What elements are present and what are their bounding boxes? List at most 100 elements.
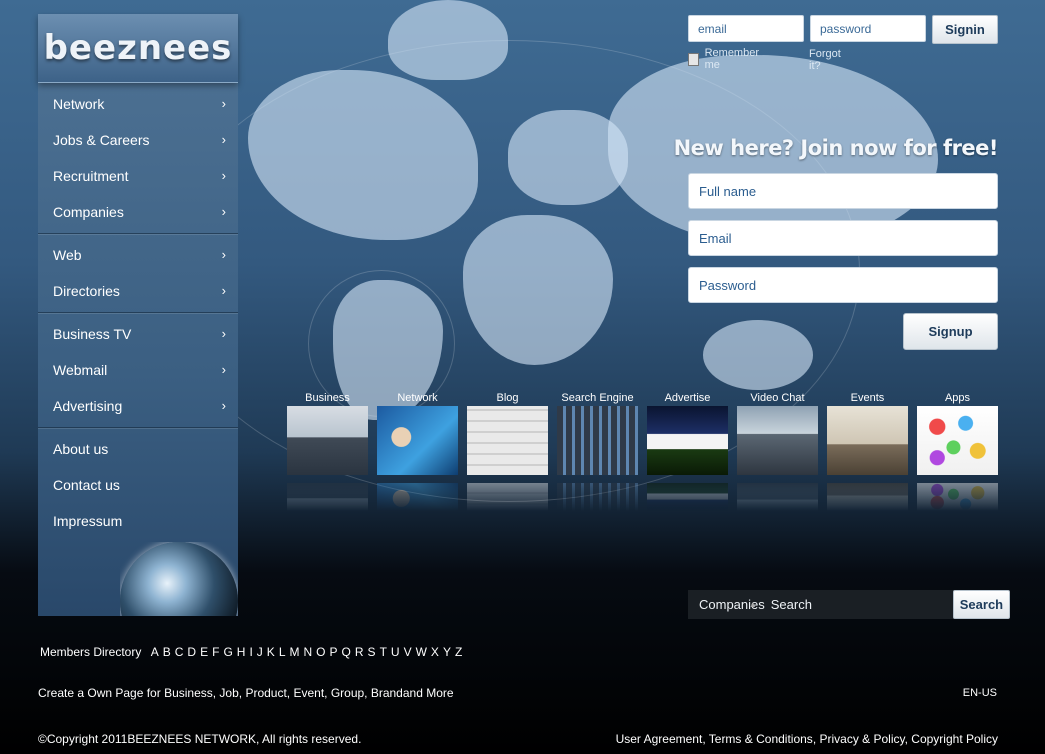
tile-search-engine[interactable]: Search Engine: [557, 390, 638, 511]
tile-image[interactable]: [287, 406, 368, 475]
signup-email-input[interactable]: [688, 220, 998, 256]
sidebar-item-directories[interactable]: Directories ›: [38, 273, 238, 309]
letter-link-n[interactable]: N: [304, 645, 313, 659]
sidebar: beeznees Network › Jobs & Careers › Recruitm…: [38, 14, 238, 616]
letter-link-f[interactable]: F: [212, 645, 219, 659]
search-category-select[interactable]: Companies ▲: [688, 590, 765, 619]
sidebar-item-advertising[interactable]: Advertising ›: [38, 388, 238, 424]
login-password-input[interactable]: [810, 15, 926, 42]
sidebar-item-web[interactable]: Web ›: [38, 237, 238, 273]
tile-blog[interactable]: Blog: [467, 390, 548, 511]
logo[interactable]: beeznees: [38, 14, 238, 83]
sidebar-item-network[interactable]: Network ›: [38, 86, 238, 122]
sidebar-item-companies[interactable]: Companies ›: [38, 194, 238, 230]
legal-links: User Agreement, Terms & Conditions, Priv…: [615, 732, 998, 746]
letter-link-d[interactable]: D: [187, 645, 196, 659]
tile-events[interactable]: Events: [827, 390, 908, 511]
privacy-policy-link[interactable]: Privacy & Policy: [819, 732, 904, 746]
letter-link-v[interactable]: V: [404, 645, 412, 659]
sidebar-item-recruitment[interactable]: Recruitment ›: [38, 158, 238, 194]
letter-link-t[interactable]: T: [380, 645, 387, 659]
search-button[interactable]: Search: [952, 590, 1011, 619]
language-selector[interactable]: EN-US: [963, 687, 997, 699]
tile-advertise[interactable]: Advertise: [647, 390, 728, 511]
forgot-password-link[interactable]: Forgot it?: [809, 48, 841, 72]
tile-image[interactable]: [647, 406, 728, 475]
signup-fullname-input[interactable]: [688, 173, 998, 209]
tile-label: Advertise: [664, 392, 711, 404]
members-directory: Members Directory ABCDEFGHIJKLMNOPQRSTUV…: [40, 645, 466, 659]
tile-reflection: [557, 483, 638, 511]
letter-link-b[interactable]: B: [163, 645, 171, 659]
sidebar-link-contact-us[interactable]: Contact us: [38, 467, 238, 503]
sidebar-link-about-us[interactable]: About us: [38, 431, 238, 467]
tile-label: Events: [850, 392, 885, 404]
tile-image[interactable]: [917, 406, 998, 475]
signin-button[interactable]: Signin: [932, 15, 998, 44]
letter-link-y[interactable]: Y: [443, 645, 451, 659]
tile-image[interactable]: [737, 406, 818, 475]
letter-link-q[interactable]: Q: [342, 645, 351, 659]
letter-link-h[interactable]: H: [237, 645, 246, 659]
letter-link-z[interactable]: Z: [455, 645, 462, 659]
tile-apps[interactable]: Apps: [917, 390, 998, 511]
copyright-policy-link[interactable]: Copyright Policy: [911, 732, 998, 746]
letter-link-s[interactable]: S: [368, 645, 376, 659]
letter-link-e[interactable]: E: [200, 645, 208, 659]
letter-link-u[interactable]: U: [391, 645, 400, 659]
letter-link-a[interactable]: A: [151, 645, 159, 659]
tile-image[interactable]: [827, 406, 908, 475]
letter-link-i[interactable]: I: [249, 645, 252, 659]
tile-reflection: [467, 483, 548, 511]
sidebar-item-label: Companies: [53, 204, 124, 220]
members-directory-link[interactable]: Members Directory: [40, 645, 141, 659]
letter-link-w[interactable]: W: [416, 645, 427, 659]
letter-link-r[interactable]: R: [355, 645, 364, 659]
tile-image[interactable]: [557, 406, 638, 475]
chevron-right-icon: ›: [221, 204, 226, 219]
letter-link-m[interactable]: M: [290, 645, 300, 659]
sidebar-item-label: Recruitment: [53, 168, 129, 184]
sidebar-item-webmail[interactable]: Webmail ›: [38, 352, 238, 388]
letter-link-k[interactable]: K: [267, 645, 275, 659]
chevron-right-icon: ›: [221, 168, 226, 183]
remember-me-checkbox[interactable]: [688, 52, 699, 66]
sidebar-item-label: Webmail: [53, 362, 108, 378]
sidebar-group: Network › Jobs & Careers › Recruitment › Compa…: [38, 83, 238, 234]
tile-reflection: [377, 483, 458, 511]
signup-password-input[interactable]: [688, 267, 998, 303]
login-email-input[interactable]: [688, 15, 804, 42]
sidebar-item-jobs-careers[interactable]: Jobs & Careers ›: [38, 122, 238, 158]
search-input[interactable]: [764, 590, 953, 619]
user-agreement-link[interactable]: User Agreement: [616, 732, 703, 746]
tile-business[interactable]: Business: [287, 390, 368, 511]
sidebar-link-impressum[interactable]: Impressum: [38, 503, 238, 539]
tile-label: Business: [305, 392, 350, 404]
sidebar-item-business-tv[interactable]: Business TV ›: [38, 316, 238, 352]
tile-image[interactable]: [467, 406, 548, 475]
tile-image[interactable]: [377, 406, 458, 475]
sidebar-item-label: Directories: [53, 283, 120, 299]
remember-me[interactable]: Remember me: [688, 47, 761, 71]
letter-link-x[interactable]: X: [431, 645, 439, 659]
tile-network[interactable]: Network: [377, 390, 458, 511]
tile-reflection: [737, 483, 818, 511]
copyright-text: ©Copyright 2011BEEZNEES NETWORK, All rig…: [38, 732, 362, 746]
letter-link-c[interactable]: C: [175, 645, 184, 659]
letter-link-l[interactable]: L: [279, 645, 286, 659]
search-bar: Companies ▲ Search: [688, 590, 1011, 619]
letter-link-g[interactable]: G: [223, 645, 232, 659]
tile-label: Apps: [944, 392, 971, 404]
letter-link-j[interactable]: J: [257, 645, 263, 659]
chevron-right-icon: ›: [221, 132, 226, 147]
signup-button[interactable]: Signup: [903, 313, 998, 350]
sidebar-item-label: Advertising: [53, 398, 123, 414]
create-page-text: Create a Own Page for Business, Job, Pro…: [38, 686, 454, 700]
letter-link-o[interactable]: O: [316, 645, 325, 659]
tile-reflection: [827, 483, 908, 511]
tile-video-chat[interactable]: Video Chat: [737, 390, 818, 511]
letter-link-p[interactable]: P: [330, 645, 338, 659]
tile-reflection: [287, 483, 368, 511]
terms-conditions-link[interactable]: Terms & Conditions: [709, 732, 813, 746]
chevron-right-icon: ›: [221, 362, 226, 377]
